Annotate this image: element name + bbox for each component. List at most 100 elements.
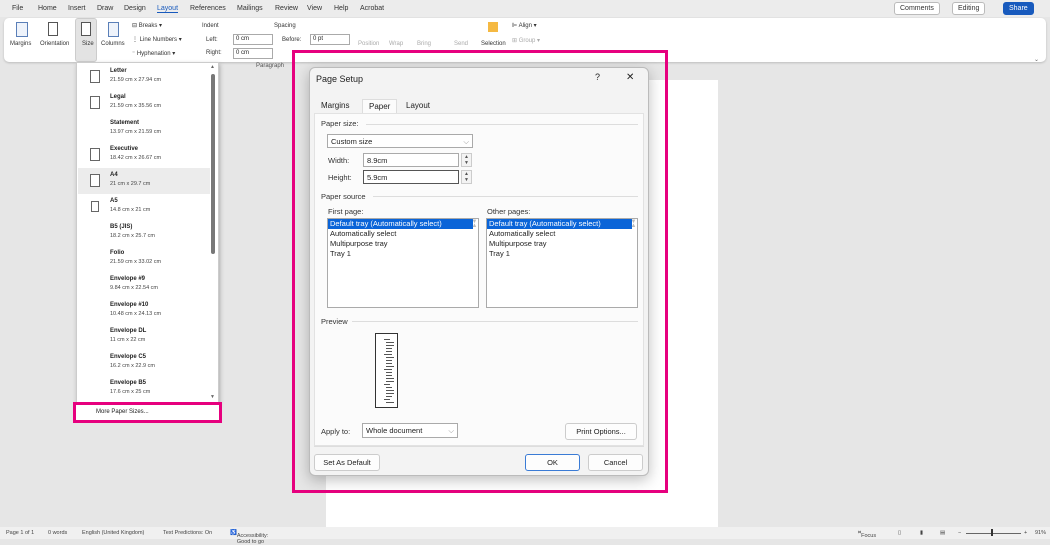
share-button[interactable]: Share	[1003, 2, 1034, 15]
indent-left-input[interactable]: 0 cm	[233, 34, 273, 45]
paper-size-item[interactable]: Statement 13.97 cm x 21.59 cm	[78, 116, 210, 142]
tab-layout[interactable]: Layout	[400, 99, 436, 113]
preview-text-line	[386, 375, 392, 376]
other-pages-list[interactable]: Default tray (Automatically select) Autom…	[486, 218, 638, 308]
preview-text-line	[386, 342, 394, 343]
menu-design[interactable]: Design	[124, 5, 146, 12]
paper-size-item[interactable]: Letter 21.59 cm x 27.94 cm	[78, 64, 210, 90]
indent-right-input[interactable]: 0 cm	[233, 48, 273, 59]
width-input[interactable]: 8.9cm	[363, 153, 459, 167]
tray-option[interactable]: Tray 1	[328, 249, 478, 259]
scroll-thumb[interactable]	[211, 74, 215, 254]
tray-option[interactable]: Multipurpose tray	[328, 239, 478, 249]
hyphenation-button[interactable]: ⁻ Hyphenation ▾	[132, 50, 175, 57]
menu-view[interactable]: View	[307, 5, 322, 12]
zoom-slider-thumb[interactable]	[991, 529, 993, 536]
focus-button[interactable]: ⌗ Focus	[858, 530, 876, 539]
menu-mailings[interactable]: Mailings	[237, 5, 263, 12]
close-button[interactable]: ✕	[626, 72, 634, 83]
columns-button[interactable]: Columns	[101, 41, 125, 47]
print-layout-icon[interactable]: ▮	[920, 530, 923, 536]
paper-size-item[interactable]: Envelope C5 16.2 cm x 22.9 cm	[78, 350, 210, 376]
accessibility-status[interactable]: ♿ Accessibility: Good to go	[230, 530, 268, 545]
list-scrollbar[interactable]: ▲ ▼	[467, 219, 478, 229]
page-icon	[91, 201, 99, 212]
web-layout-icon[interactable]: ▤	[940, 530, 945, 536]
tray-option[interactable]: Multipurpose tray	[487, 239, 637, 249]
preview-text-line	[386, 345, 394, 346]
menu-draw[interactable]: Draw	[97, 5, 113, 12]
menu-home[interactable]: Home	[38, 5, 57, 12]
zoom-slider[interactable]	[966, 533, 1021, 534]
line-numbers-button[interactable]: ⋮ Line Numbers ▾	[132, 36, 182, 43]
menu-layout[interactable]: Layout	[157, 5, 179, 13]
tray-option[interactable]: Tray 1	[487, 249, 637, 259]
list-scrollbar[interactable]: ▲ ▼	[626, 219, 637, 229]
editing-button[interactable]: Editing	[952, 2, 986, 15]
height-input[interactable]: 5.9cm	[363, 170, 459, 184]
spacing-label: Spacing	[274, 23, 296, 29]
breaks-button[interactable]: ⊟ Breaks ▾	[132, 22, 162, 29]
group-button[interactable]: ⊞ Group ▾	[512, 37, 540, 44]
selection-pane-button[interactable]: Selection	[481, 41, 506, 47]
page-count[interactable]: Page 1 of 1	[6, 530, 34, 536]
menu-help[interactable]: Help	[334, 5, 348, 12]
highlight-box-more-paper-sizes	[73, 402, 222, 423]
spacing-before-input[interactable]: 0 pt	[310, 34, 350, 45]
tab-paper[interactable]: Paper	[362, 99, 398, 113]
help-button[interactable]: ?	[595, 72, 600, 82]
tray-option[interactable]: Automatically select	[328, 229, 478, 239]
apply-to-select[interactable]: Whole document ⌵	[362, 423, 458, 438]
position-button[interactable]: Position	[358, 41, 379, 47]
height-spinner[interactable]: ▲ ▼	[461, 170, 472, 184]
paper-size-label: Paper size:	[321, 119, 359, 128]
tray-option[interactable]: Default tray (Automatically select)	[487, 219, 632, 229]
send-backward-button[interactable]: Send	[454, 41, 468, 47]
bring-forward-button[interactable]: Bring	[417, 41, 431, 47]
paper-size-item[interactable]: Envelope B5 17.6 cm x 25 cm	[78, 376, 210, 402]
orientation-button[interactable]: Orientation	[40, 41, 69, 47]
wrap-button[interactable]: Wrap	[389, 41, 403, 47]
ok-button[interactable]: OK	[525, 454, 580, 471]
tab-margins[interactable]: Margins	[315, 99, 355, 113]
paper-size-item[interactable]: A4 21 cm x 29.7 cm	[78, 168, 210, 194]
paper-size-item[interactable]: B5 (JIS) 18.2 cm x 25.7 cm	[78, 220, 210, 246]
size-dropdown-scrollbar[interactable]: ▲ ▼	[209, 64, 217, 402]
width-spinner[interactable]: ▲ ▼	[461, 153, 472, 167]
first-page-list[interactable]: Default tray (Automatically select) Autom…	[327, 218, 479, 308]
align-button[interactable]: ⊫ Align ▾	[512, 22, 537, 29]
scroll-up-icon[interactable]: ▲	[210, 64, 215, 70]
zoom-out-button[interactable]: −	[958, 530, 961, 536]
tray-option[interactable]: Default tray (Automatically select)	[328, 219, 473, 229]
paper-size-item[interactable]: Envelope #10 10.48 cm x 24.13 cm	[78, 298, 210, 324]
paper-size-select[interactable]: Custom size ⌵	[327, 134, 473, 148]
paper-size-item[interactable]: Envelope #9 9.84 cm x 22.54 cm	[78, 272, 210, 298]
collapse-ribbon-icon[interactable]: ⌄	[1034, 56, 1039, 63]
menu-references[interactable]: References	[190, 5, 226, 12]
zoom-in-button[interactable]: +	[1024, 530, 1027, 536]
print-options-button[interactable]: Print Options...	[565, 423, 637, 440]
cancel-button[interactable]: Cancel	[588, 454, 643, 471]
margins-button[interactable]: Margins	[10, 41, 31, 47]
scroll-down-icon[interactable]: ▼	[210, 394, 215, 400]
zoom-level[interactable]: 91%	[1035, 530, 1046, 536]
menu-insert[interactable]: Insert	[68, 5, 86, 12]
word-count[interactable]: 0 words	[48, 530, 67, 536]
menu-review[interactable]: Review	[275, 5, 298, 12]
paper-size-item[interactable]: A5 14.8 cm x 21 cm	[78, 194, 210, 220]
paper-size-item[interactable]: Executive 18.42 cm x 26.67 cm	[78, 142, 210, 168]
comments-button[interactable]: Comments	[894, 2, 940, 15]
set-as-default-button[interactable]: Set As Default	[314, 454, 380, 471]
paper-size-value: Custom size	[331, 137, 373, 146]
menu-file[interactable]: File	[12, 5, 23, 12]
read-mode-icon[interactable]: ▯	[898, 530, 901, 536]
divider	[373, 196, 638, 197]
paper-size-item[interactable]: Envelope DL 11 cm x 22 cm	[78, 324, 210, 350]
paper-size-item[interactable]: Folio 21.59 cm x 33.02 cm	[78, 246, 210, 272]
text-predictions-status[interactable]: Text Predictions: On	[163, 530, 212, 536]
menu-acrobat[interactable]: Acrobat	[360, 5, 384, 12]
language-status[interactable]: English (United Kingdom)	[82, 530, 144, 536]
paper-size-dimensions: 13.97 cm x 21.59 cm	[110, 129, 162, 135]
paper-size-item[interactable]: Legal 21.59 cm x 35.56 cm	[78, 90, 210, 116]
tray-option[interactable]: Automatically select	[487, 229, 637, 239]
